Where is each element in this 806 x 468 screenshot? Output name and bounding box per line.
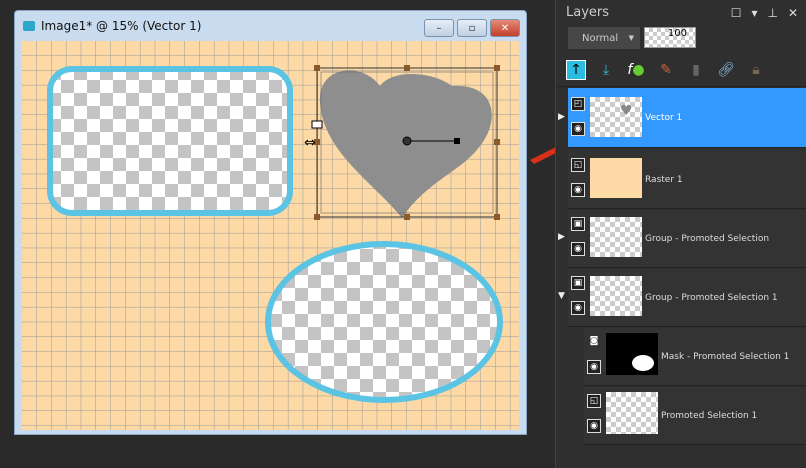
visibility-eye-icon[interactable]: ◉ bbox=[571, 242, 585, 256]
app-icon bbox=[23, 21, 35, 31]
close-button[interactable]: ✕ bbox=[490, 19, 520, 37]
svg-text:⇔: ⇔ bbox=[304, 135, 316, 151]
new-raster-layer-icon[interactable]: ↑ bbox=[566, 60, 586, 80]
expand-arrow-icon[interactable]: ▶ bbox=[558, 232, 565, 242]
layer-name: Group - Promoted Selection 1 bbox=[645, 292, 778, 303]
layers-panel: Layers ☐ ▾ ⊥ ✕ Normal ▼ 100 ↑ ⤓ f ● ✎ ▮ 🔗︎… bbox=[555, 0, 806, 468]
layer-row-mask-promoted-selection-1[interactable]: ◙ ◉ Mask - Promoted Selection 1 bbox=[584, 328, 806, 386]
layer-name: Group - Promoted Selection bbox=[645, 233, 770, 244]
layer-row-promoted-selection-1[interactable]: ◱ ◉ Promoted Selection 1 bbox=[584, 387, 806, 445]
layer-effects-icon[interactable]: f ● bbox=[626, 60, 646, 80]
ellipse-shape[interactable] bbox=[265, 241, 503, 403]
panel-title: Layers bbox=[566, 5, 610, 20]
window-title: Image1* @ 15% (Vector 1) bbox=[41, 19, 202, 33]
group-layer-icon: ▣ bbox=[571, 276, 585, 290]
panel-menu-icon[interactable]: ▾ bbox=[751, 6, 757, 20]
new-vector-layer-icon[interactable]: ⤓ bbox=[596, 60, 616, 80]
collapse-arrow-icon[interactable]: ▼ bbox=[558, 291, 565, 301]
delete-layer-icon[interactable]: ▮ bbox=[686, 60, 706, 80]
layer-name: Promoted Selection 1 bbox=[661, 410, 758, 421]
chevron-down-icon: ▼ bbox=[628, 34, 634, 42]
layer-row-vector-1[interactable]: ▶ ◰ ◉ ♥ Vector 1 bbox=[558, 88, 806, 148]
layer-thumbnail bbox=[606, 333, 658, 375]
visibility-eye-icon[interactable]: ◉ bbox=[587, 419, 601, 433]
restore-button[interactable]: ▫ bbox=[457, 19, 487, 37]
opacity-field[interactable]: 100 bbox=[644, 27, 696, 48]
image-window: Image1* @ 15% (Vector 1) – ▫ ✕ ⇔ bbox=[14, 10, 527, 435]
layer-name: Mask - Promoted Selection 1 bbox=[661, 351, 790, 362]
lock-icon[interactable]: 🔒︎ bbox=[746, 60, 766, 80]
raster-layer-icon: ◱ bbox=[571, 158, 585, 172]
expand-arrow-icon[interactable]: ▶ bbox=[558, 112, 565, 122]
layer-thumbnail: ♥ bbox=[590, 97, 642, 137]
link-icon[interactable]: 🔗︎ bbox=[716, 60, 736, 80]
layer-name: Vector 1 bbox=[645, 112, 683, 123]
float-panel-icon[interactable]: ☐ bbox=[731, 6, 742, 20]
mask-layer-icon: ◙ bbox=[589, 336, 599, 346]
visibility-eye-icon[interactable]: ◉ bbox=[571, 301, 585, 315]
visibility-eye-icon[interactable]: ◉ bbox=[571, 183, 585, 197]
layer-thumbnail bbox=[590, 158, 642, 198]
image-canvas[interactable]: ⇔ bbox=[22, 41, 519, 430]
rounded-rectangle-shape[interactable] bbox=[47, 66, 293, 216]
layer-name: Raster 1 bbox=[645, 174, 683, 185]
layer-row-group-promoted-selection[interactable]: ▶ ▣ ◉ Group - Promoted Selection bbox=[558, 210, 806, 268]
close-panel-icon[interactable]: ✕ bbox=[788, 6, 798, 20]
raster-layer-icon: ◱ bbox=[587, 394, 601, 408]
vector-layer-icon: ◰ bbox=[571, 97, 585, 111]
minimize-button[interactable]: – bbox=[424, 19, 454, 37]
layer-row-group-promoted-selection-1[interactable]: ▼ ▣ ◉ Group - Promoted Selection 1 bbox=[558, 269, 806, 327]
group-layer-icon: ▣ bbox=[571, 217, 585, 231]
edit-layer-icon[interactable]: ✎ bbox=[656, 60, 676, 80]
visibility-eye-icon[interactable]: ◉ bbox=[587, 360, 601, 374]
layer-thumbnail bbox=[590, 276, 642, 316]
visibility-eye-icon[interactable]: ◉ bbox=[571, 122, 585, 136]
blend-mode-value: Normal bbox=[582, 32, 619, 44]
layer-thumbnail bbox=[590, 217, 642, 257]
layer-thumbnail bbox=[606, 392, 658, 434]
layer-row-raster-1[interactable]: ◱ ◉ Raster 1 bbox=[568, 151, 806, 209]
pin-icon[interactable]: ⊥ bbox=[767, 6, 777, 20]
blend-mode-dropdown[interactable]: Normal ▼ bbox=[568, 27, 640, 49]
